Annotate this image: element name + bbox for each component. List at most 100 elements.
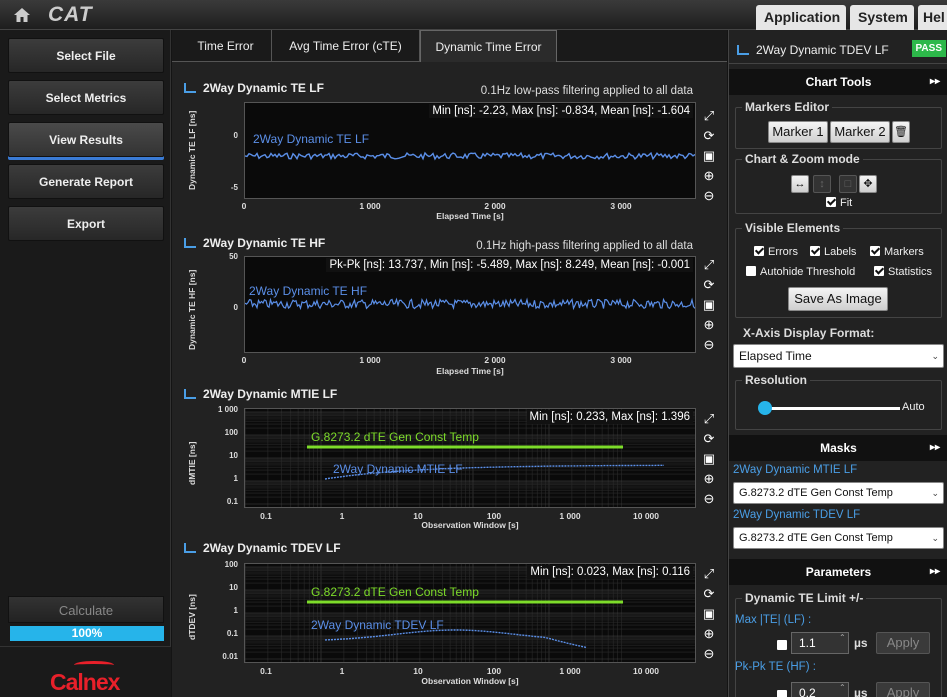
chart-title-mtie: 2Way Dynamic MTIE LF bbox=[184, 387, 337, 401]
x-tick: 100 bbox=[486, 666, 502, 676]
x-axis-format-select[interactable]: Elapsed Time ⌄ bbox=[733, 344, 944, 368]
x-axis-label: Observation Window [s] bbox=[421, 520, 519, 530]
apply-button[interactable]: Apply bbox=[876, 632, 930, 654]
zoom-out-icon[interactable]: ⊖ bbox=[700, 187, 718, 205]
select-file-button[interactable]: Select File bbox=[8, 38, 164, 73]
spinner-icon[interactable]: ⌃ bbox=[839, 633, 846, 642]
resolution-slider-handle[interactable] bbox=[758, 401, 772, 415]
zoom-box-icon[interactable]: □ bbox=[839, 175, 857, 193]
zoom-mode-group: Chart & Zoom mode ↔ ↕ □ ✥ Fit bbox=[735, 152, 942, 214]
x-tick: 1 000 bbox=[359, 355, 381, 365]
save-icon[interactable]: ▣ bbox=[700, 147, 718, 165]
select-value: G.8273.2 dTE Gen Const Temp bbox=[739, 487, 893, 499]
max-te-checkbox[interactable] bbox=[777, 640, 787, 650]
tab-avg-time-error[interactable]: Avg Time Error (cTE) bbox=[272, 30, 420, 62]
chart-note: 0.1Hz low-pass filtering applied to all … bbox=[480, 85, 693, 97]
statistics-checkbox[interactable]: Statistics bbox=[874, 266, 932, 278]
chart-title-text: 2Way Dynamic TE LF bbox=[203, 81, 324, 95]
labels-checkbox[interactable]: Labels bbox=[810, 246, 856, 258]
tab-time-error[interactable]: Time Error bbox=[180, 30, 272, 62]
expand-icon[interactable]: ⤢ bbox=[700, 107, 718, 125]
selected-chart-row[interactable]: 2Way Dynamic TDEV LF PASS bbox=[729, 38, 947, 64]
y-tick: 10 bbox=[229, 451, 238, 460]
refresh-icon[interactable]: ⟳ bbox=[700, 585, 718, 603]
expand-icon[interactable]: ⤢ bbox=[700, 410, 718, 428]
x-tick: 1 bbox=[339, 666, 345, 676]
y-tick: 0.1 bbox=[226, 497, 238, 506]
zoom-in-icon[interactable]: ⊕ bbox=[700, 316, 718, 334]
chart-title-text: 2Way Dynamic TE HF bbox=[203, 236, 326, 250]
expand-icon[interactable]: ⤢ bbox=[700, 256, 718, 274]
resolution-slider-track[interactable] bbox=[764, 407, 900, 410]
chart-tools-header[interactable]: Chart Tools ▸▸ bbox=[729, 69, 947, 95]
selected-chart-name: 2Way Dynamic TDEV LF bbox=[756, 43, 889, 57]
mask1-label: 2Way Dynamic MTIE LF bbox=[733, 464, 858, 476]
save-icon[interactable]: ▣ bbox=[700, 296, 718, 314]
tab-dynamic-time-error[interactable]: Dynamic Time Error bbox=[420, 30, 557, 62]
pan-icon[interactable]: ✥ bbox=[859, 175, 877, 193]
autohide-checkbox[interactable]: Autohide Threshold bbox=[746, 266, 855, 278]
refresh-icon[interactable]: ⟳ bbox=[700, 430, 718, 448]
fit-checkbox[interactable]: Fit bbox=[826, 197, 852, 209]
zoom-out-icon[interactable]: ⊖ bbox=[700, 336, 718, 354]
nav-system[interactable]: System bbox=[850, 5, 914, 30]
y-tick: 100 bbox=[224, 560, 238, 569]
spinner-icon[interactable]: ⌃ bbox=[839, 683, 846, 692]
x-axis-label: Elapsed Time [s] bbox=[436, 211, 504, 221]
chevron-right-icon: ▸▸ bbox=[929, 442, 940, 453]
zoom-in-icon[interactable]: ⊕ bbox=[700, 167, 718, 185]
zoom-in-icon[interactable]: ⊕ bbox=[700, 470, 718, 488]
x-tick: 2 000 bbox=[484, 201, 506, 211]
chart-icon bbox=[184, 238, 196, 248]
plot-mtie[interactable]: G.8273.2 dTE Gen Const Temp 2Way Dynamic … bbox=[244, 408, 696, 508]
home-icon[interactable] bbox=[12, 5, 32, 25]
errors-checkbox[interactable]: Errors bbox=[754, 246, 798, 258]
trash-icon[interactable]: 🗑 bbox=[892, 121, 910, 143]
mask2-select[interactable]: G.8273.2 dTE Gen Const Temp ⌄ bbox=[733, 527, 944, 549]
save-icon[interactable]: ▣ bbox=[700, 605, 718, 623]
view-results-button[interactable]: View Results bbox=[8, 122, 164, 157]
pkpk-checkbox[interactable] bbox=[777, 690, 787, 697]
parameters-header[interactable]: Parameters ▸▸ bbox=[729, 559, 947, 585]
plot-te-hf[interactable]: 2Way Dynamic TE HF Pk-Pk [ns]: 13.737, M… bbox=[244, 256, 696, 353]
calculate-button[interactable]: Calculate bbox=[8, 596, 164, 623]
plot-te-lf[interactable]: 2Way Dynamic TE LF Min [ns]: -2.23, Max … bbox=[244, 102, 696, 199]
series-label: 2Way Dynamic MTIE LF bbox=[333, 462, 463, 476]
chart-title-tdev: 2Way Dynamic TDEV LF bbox=[184, 541, 341, 555]
save-icon[interactable]: ▣ bbox=[700, 450, 718, 468]
plot-tdev[interactable]: G.8273.2 dTE Gen Const Temp 2Way Dynamic … bbox=[244, 563, 696, 663]
refresh-icon[interactable]: ⟳ bbox=[700, 276, 718, 294]
marker2-button[interactable]: Marker 2 bbox=[830, 121, 890, 143]
mask1-select[interactable]: G.8273.2 dTE Gen Const Temp ⌄ bbox=[733, 482, 944, 504]
y-tick: 0.1 bbox=[226, 629, 238, 638]
export-button[interactable]: Export bbox=[8, 206, 164, 241]
zoom-vertical-icon[interactable]: ↕ bbox=[813, 175, 831, 193]
chart-stats: Min [ns]: 0.023, Max [ns]: 0.116 bbox=[527, 565, 693, 579]
y-tick: 1 bbox=[233, 474, 238, 483]
expand-icon[interactable]: ⤢ bbox=[700, 565, 718, 583]
zoom-out-icon[interactable]: ⊖ bbox=[700, 645, 718, 663]
apply-button[interactable]: Apply bbox=[876, 682, 930, 697]
refresh-icon[interactable]: ⟳ bbox=[700, 127, 718, 145]
nav-help[interactable]: Hel bbox=[918, 5, 947, 30]
select-metrics-button[interactable]: Select Metrics bbox=[8, 80, 164, 115]
markers-checkbox[interactable]: Markers bbox=[870, 246, 924, 258]
fit-label: Fit bbox=[840, 197, 853, 209]
group-title: Visible Elements bbox=[742, 221, 844, 235]
masks-header[interactable]: Masks ▸▸ bbox=[729, 435, 947, 461]
group-title: Dynamic TE Limit +/- bbox=[742, 591, 867, 605]
marker1-button[interactable]: Marker 1 bbox=[768, 121, 828, 143]
chart-toolbar: ⤢ ⟳ ▣ ⊕ ⊖ bbox=[700, 256, 722, 356]
group-title: Resolution bbox=[742, 373, 810, 387]
nav-application[interactable]: Application bbox=[756, 5, 846, 30]
y-axis-label: Dynamic TE HF [ns] bbox=[187, 269, 197, 350]
chart-toolbar: ⤢ ⟳ ▣ ⊕ ⊖ bbox=[700, 107, 722, 207]
zoom-out-icon[interactable]: ⊖ bbox=[700, 490, 718, 508]
zoom-horizontal-icon[interactable]: ↔ bbox=[791, 175, 809, 193]
zoom-in-icon[interactable]: ⊕ bbox=[700, 625, 718, 643]
generate-report-button[interactable]: Generate Report bbox=[8, 164, 164, 199]
save-as-image-button[interactable]: Save As Image bbox=[788, 287, 888, 311]
y-tick: 10 bbox=[229, 583, 238, 592]
chart-title-te-hf: 2Way Dynamic TE HF bbox=[184, 236, 325, 250]
select-value: Elapsed Time bbox=[739, 349, 812, 363]
